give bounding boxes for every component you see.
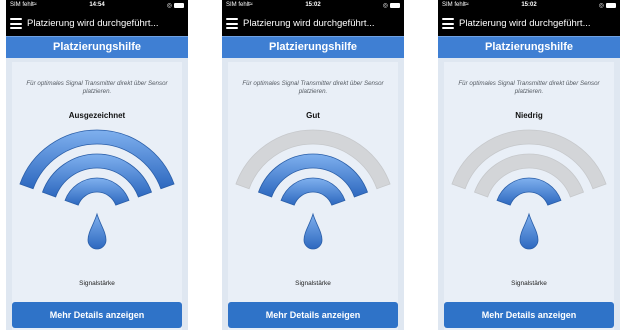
hamburger-menu-icon[interactable] [442,18,454,29]
app-title: Platzierung wird durchgeführt... [243,18,375,29]
signal-bar-1 [280,177,346,206]
signal-quality-label: Ausgezeichnet [68,111,126,120]
signal-strength-label: Signalstärke [295,280,331,287]
more-details-button[interactable]: Mehr Details anzeigen [12,302,182,328]
status-time: 15:02 [521,2,537,8]
phone-screen-1: SIM fehlt ≈ 14:54 ◎ Platzierung wird dur… [6,0,188,330]
page-header: Platzierungshilfe [222,36,404,58]
signal-strength-icon [19,129,175,250]
signal-strength-icon [235,129,391,250]
more-details-button[interactable]: Mehr Details anzeigen [444,302,614,328]
app-title-bar: Platzierung wird durchgeführt... [222,12,404,36]
signal-bar-1 [496,177,562,206]
signal-strength-label: Signalstärke [79,280,115,287]
app-title-bar: Platzierung wird durchgeführt... [6,12,188,36]
signal-bar-1 [64,177,130,206]
app-title: Platzierung wird durchgeführt... [459,18,591,29]
more-details-button[interactable]: Mehr Details anzeigen [228,302,398,328]
status-bar: SIM fehlt ≈ 15:02 ◎ [222,0,404,12]
phone-screen-3: SIM fehlt ≈ 15:02 ◎ Platzierung wird dur… [438,0,620,330]
placement-instruction: Für optimales Signal Transmitter direkt … [458,80,600,95]
status-time: 14:54 [89,2,105,8]
status-bar: SIM fehlt ≈ 15:02 ◎ [438,0,620,12]
screenshot-stage: SIM fehlt ≈ 14:54 ◎ Platzierung wird dur… [0,0,625,330]
battery-icon [606,3,616,8]
alarm-icon: ◎ [382,3,388,9]
alarm-icon: ◎ [598,3,604,9]
placement-instruction: Für optimales Signal Transmitter direkt … [242,80,384,95]
page-header: Platzierungshilfe [6,36,188,58]
page-header: Platzierungshilfe [438,36,620,58]
placement-instruction: Für optimales Signal Transmitter direkt … [26,80,168,95]
app-title: Platzierung wird durchgeführt... [27,18,159,29]
phone-screen-2: SIM fehlt ≈ 15:02 ◎ Platzierung wird dur… [222,0,404,330]
hamburger-menu-icon[interactable] [10,18,22,29]
signal-quality-label: Niedrig [515,111,543,120]
battery-icon [390,3,400,8]
drop-icon [87,212,107,250]
battery-icon [174,3,184,8]
signal-quality-label: Gut [306,111,320,120]
alarm-icon: ◎ [166,3,172,9]
signal-strength-icon [451,129,607,250]
app-title-bar: Platzierung wird durchgeführt... [438,12,620,36]
signal-strength-label: Signalstärke [511,280,547,287]
drop-icon [519,212,539,250]
drop-icon [303,212,323,250]
status-time: 15:02 [305,2,321,8]
status-bar: SIM fehlt ≈ 14:54 ◎ [6,0,188,12]
hamburger-menu-icon[interactable] [226,18,238,29]
